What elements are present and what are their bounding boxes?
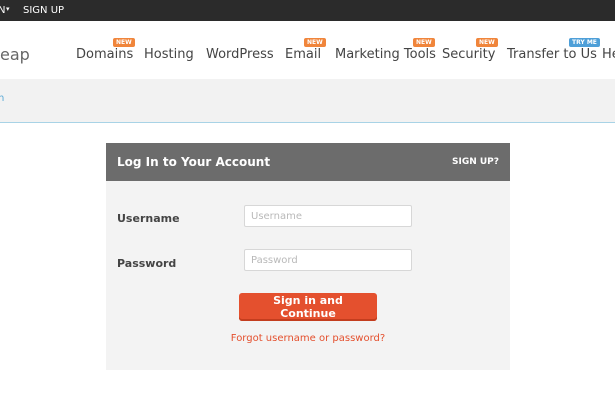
brand-logo-text[interactable]: eap [0, 45, 30, 64]
breadcrumb[interactable]: n [0, 93, 4, 104]
login-panel-header: Log In to Your Account SIGN UP? [106, 143, 510, 181]
nav-item-marketing-tools[interactable]: Marketing Tools [335, 47, 436, 62]
login-menu-label[interactable]: N [0, 5, 5, 16]
nav-item-security[interactable]: Security [442, 47, 495, 62]
nav-item-transfer-to-us[interactable]: Transfer to Us [507, 47, 597, 62]
nav-item-email[interactable]: Email [285, 47, 321, 62]
nav-badge-email: NEW [304, 38, 326, 47]
breadcrumb-bar: n [0, 79, 615, 123]
password-label: Password [117, 257, 177, 270]
password-input[interactable] [244, 249, 412, 271]
nav-item-hosting[interactable]: Hosting [144, 47, 194, 62]
nav-badge-security: NEW [476, 38, 498, 47]
login-panel-title: Log In to Your Account [117, 155, 271, 169]
login-panel: Log In to Your Account SIGN UP? Username… [106, 143, 510, 370]
signup-link-panel[interactable]: SIGN UP? [452, 157, 499, 167]
top-bar: N ▾ SIGN UP [0, 0, 615, 21]
nav-badge-transfer: TRY ME [569, 38, 600, 47]
chevron-down-icon[interactable]: ▾ [6, 5, 10, 13]
forgot-credentials-link[interactable]: Forgot username or password? [106, 333, 510, 344]
username-input[interactable] [244, 205, 412, 227]
signup-link[interactable]: SIGN UP [23, 5, 64, 16]
nav-badge-domains: NEW [113, 38, 135, 47]
sign-in-button[interactable]: Sign in and Continue [239, 293, 377, 321]
nav-badge-marketing-tools: NEW [413, 38, 435, 47]
nav-item-help[interactable]: He [602, 47, 615, 62]
username-label: Username [117, 212, 180, 225]
nav-item-wordpress[interactable]: WordPress [206, 47, 274, 62]
nav-item-domains[interactable]: Domains [76, 47, 133, 62]
